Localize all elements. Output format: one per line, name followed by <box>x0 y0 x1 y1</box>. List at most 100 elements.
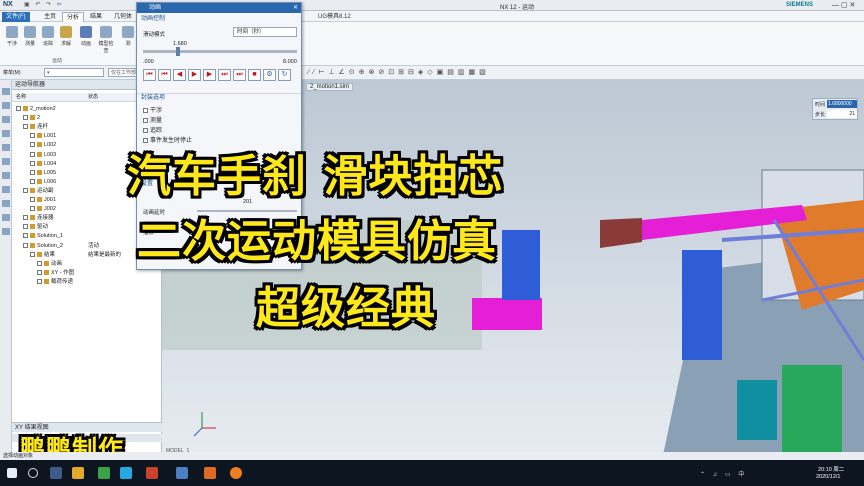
trace-button[interactable]: 追踪 <box>40 26 56 54</box>
interference-button[interactable]: 干涉 <box>4 26 20 54</box>
tree-item[interactable]: 连接器 <box>23 214 54 223</box>
browser-icon[interactable] <box>120 467 132 479</box>
mode-select[interactable]: 时间（秒） <box>233 27 297 37</box>
tree-item[interactable]: Solution_2 <box>23 242 63 251</box>
play-reverse-button[interactable]: ◀ <box>173 69 186 81</box>
tree-item[interactable]: L003 <box>30 151 56 160</box>
selection-filter[interactable]: ▾ <box>44 68 104 77</box>
checkbox[interactable] <box>30 142 35 148</box>
checkbox[interactable] <box>16 106 21 112</box>
model-check-button[interactable]: 模型检查 <box>98 26 114 54</box>
checkbox[interactable] <box>30 251 35 257</box>
resource-icons[interactable] <box>2 88 10 238</box>
window-controls[interactable]: — ▢ ✕ <box>832 1 855 9</box>
tree-item[interactable]: Solution_1 <box>23 232 63 241</box>
checkbox[interactable] <box>30 169 35 175</box>
time-slider-track[interactable] <box>143 50 297 53</box>
tree-item[interactable]: 驱动 <box>23 223 48 232</box>
tab-file[interactable]: 文件(F) <box>2 12 30 22</box>
tree-item[interactable]: J001 <box>30 196 56 205</box>
last-frame-button[interactable]: ⏭ <box>218 69 231 81</box>
tree-item[interactable]: 运动副 <box>23 187 54 196</box>
snap-toolbar[interactable]: ∕⁄⊢⊥∠⊙⊕⊗⊘⊡⊞⊟◈◇▣▤▥▦▧ <box>308 68 490 76</box>
checkbox[interactable] <box>30 133 35 139</box>
task-view-icon[interactable] <box>50 467 62 479</box>
app-icon-3[interactable] <box>230 467 242 479</box>
animation-button[interactable]: 动画 <box>78 26 94 54</box>
menu-button[interactable]: 菜单(M) <box>3 69 21 76</box>
nx-icon[interactable] <box>176 467 188 479</box>
tree-item[interactable]: L006 <box>30 178 56 187</box>
measure2-button[interactable]: 测 <box>120 26 136 54</box>
option-interference[interactable]: 干涉 <box>143 105 162 114</box>
search-icon[interactable] <box>28 468 38 478</box>
section-package-options[interactable]: 封装选项 <box>137 93 301 102</box>
close-icon[interactable]: ✕ <box>293 3 298 13</box>
tree-item[interactable]: XY - 作图 <box>37 269 74 278</box>
next-button[interactable]: ⏭ <box>233 69 246 81</box>
stop-button[interactable]: ■ <box>248 69 261 81</box>
section-anim-control[interactable]: 动画控制 <box>137 15 301 24</box>
tree-item[interactable]: L004 <box>30 160 56 169</box>
tree-item[interactable]: L002 <box>30 141 56 150</box>
wechat-icon[interactable] <box>98 467 110 479</box>
node-icon <box>30 124 35 130</box>
option-trace[interactable]: 追踪 <box>143 125 162 134</box>
tree-item[interactable]: 载荷传递 <box>37 278 73 287</box>
tree-item[interactable]: L001 <box>30 132 56 141</box>
checkbox[interactable] <box>37 260 42 266</box>
step-forward-button[interactable]: ▶ <box>203 69 216 81</box>
step-value[interactable]: 21 <box>827 110 857 118</box>
col-status[interactable]: 状态 <box>88 93 98 102</box>
app-icon-2[interactable] <box>204 467 216 479</box>
export-icon[interactable]: ⚙ <box>263 69 276 81</box>
checkbox[interactable] <box>37 269 42 275</box>
checkbox[interactable] <box>30 178 35 184</box>
measure-button[interactable]: 测量 <box>22 26 38 54</box>
node-icon <box>30 224 35 230</box>
checkbox[interactable] <box>23 224 28 230</box>
solve-button[interactable]: 求解 <box>58 26 74 54</box>
file-explorer-icon[interactable] <box>72 467 84 479</box>
app-icon-1[interactable] <box>146 467 158 479</box>
checkbox[interactable] <box>23 242 28 248</box>
tree-item[interactable]: 结果 <box>30 251 55 260</box>
checkbox[interactable] <box>23 215 28 221</box>
loop-icon[interactable]: ↻ <box>278 69 291 81</box>
col-name[interactable]: 名称 <box>16 93 26 102</box>
dialog-titlebar[interactable]: 动画 ✕ <box>137 3 301 13</box>
checkbox[interactable] <box>23 115 28 121</box>
tab-results[interactable]: 结果 <box>86 12 106 22</box>
checkbox[interactable] <box>23 124 28 130</box>
ribbon: 干涉 测量 追踪 求解 动画 模型检查 测 运动 <box>0 22 864 66</box>
tree-item[interactable]: J002 <box>30 205 56 214</box>
step-back-button[interactable]: ⏮ <box>158 69 171 81</box>
node-icon <box>30 215 35 221</box>
tray-icons[interactable]: ⌃ ♫ ▭ 中 <box>700 469 747 478</box>
tree-item[interactable]: 连杆 <box>23 123 48 132</box>
option-measure[interactable]: 测量 <box>143 115 162 124</box>
play-button[interactable]: ▶ <box>188 69 201 81</box>
tab-home[interactable]: 主页 <box>40 12 60 22</box>
tree-item[interactable]: 动画 <box>37 260 62 269</box>
checkbox[interactable] <box>30 151 35 157</box>
quick-access-icons[interactable]: ▣ ↶ ↷ ✂ <box>24 1 64 9</box>
checkbox[interactable] <box>30 206 35 212</box>
checkbox[interactable] <box>23 233 28 239</box>
first-frame-button[interactable]: ⏮ <box>143 69 156 81</box>
node-icon <box>37 151 42 157</box>
tab-analysis[interactable]: 分析 <box>62 12 85 22</box>
tree-item[interactable]: 2 <box>23 114 40 123</box>
checkbox[interactable] <box>30 197 35 203</box>
tree-item[interactable]: L005 <box>30 169 56 178</box>
checkbox[interactable] <box>30 160 35 166</box>
tree-item-label: L003 <box>44 151 57 158</box>
lifter-block-blue <box>682 250 722 360</box>
time-value[interactable]: 1.6800000 <box>827 100 857 108</box>
time-slider-thumb[interactable] <box>176 47 180 56</box>
tree-item[interactable]: 2_motion2 <box>16 105 56 114</box>
checkbox[interactable] <box>37 278 42 284</box>
tab-geometry[interactable]: 几何体 <box>110 12 136 22</box>
start-icon[interactable] <box>7 468 17 478</box>
checkbox[interactable] <box>23 187 28 193</box>
